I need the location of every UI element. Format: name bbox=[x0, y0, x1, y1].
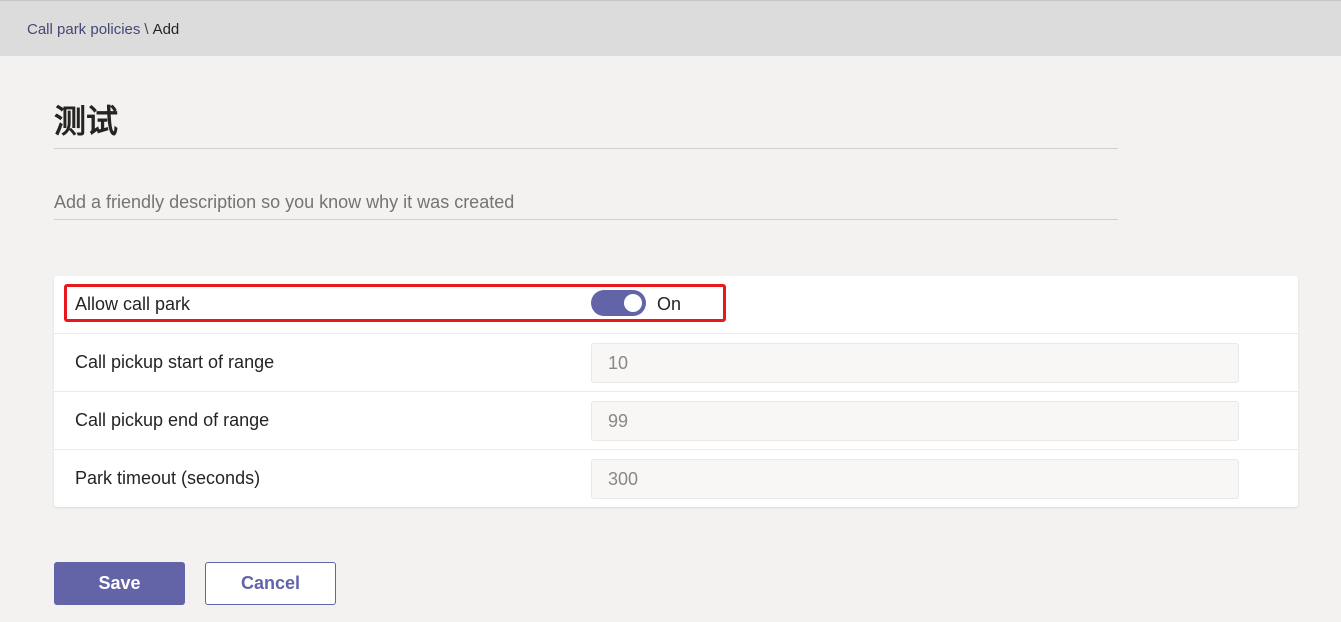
toggle-state-label: On bbox=[657, 294, 682, 314]
header-bar: Call park policies \ Add bbox=[0, 0, 1341, 56]
pickup-end-label: Call pickup end of range bbox=[75, 410, 270, 430]
save-button[interactable]: Save bbox=[54, 562, 185, 605]
park-timeout-label: Park timeout (seconds) bbox=[75, 468, 261, 488]
allow-call-park-label: Allow call park bbox=[75, 294, 191, 314]
pickup-end-input[interactable] bbox=[591, 401, 1239, 441]
toggle-knob bbox=[624, 294, 642, 312]
title-divider bbox=[54, 148, 1118, 149]
allow-call-park-toggle[interactable] bbox=[591, 290, 646, 316]
breadcrumb-link-call-park-policies[interactable]: Call park policies bbox=[27, 21, 140, 38]
policy-name-title[interactable]: 测试 bbox=[54, 96, 118, 142]
description-input[interactable] bbox=[54, 186, 1118, 220]
pickup-start-label: Call pickup start of range bbox=[75, 352, 275, 372]
breadcrumb-separator: \ bbox=[144, 21, 149, 38]
setting-row-pickup-end: Call pickup end of range bbox=[54, 392, 1298, 450]
pickup-start-input[interactable] bbox=[591, 343, 1239, 383]
breadcrumb: Call park policies \ Add bbox=[27, 21, 179, 38]
setting-row-park-timeout: Park timeout (seconds) bbox=[54, 450, 1298, 508]
setting-row-pickup-start: Call pickup start of range bbox=[54, 334, 1298, 392]
park-timeout-input[interactable] bbox=[591, 459, 1239, 499]
breadcrumb-current: Add bbox=[152, 21, 180, 38]
setting-row-allow-call-park: Allow call park On bbox=[54, 276, 1298, 334]
settings-card: Allow call park On Call pickup start of … bbox=[54, 276, 1298, 507]
cancel-button[interactable]: Cancel bbox=[205, 562, 336, 605]
